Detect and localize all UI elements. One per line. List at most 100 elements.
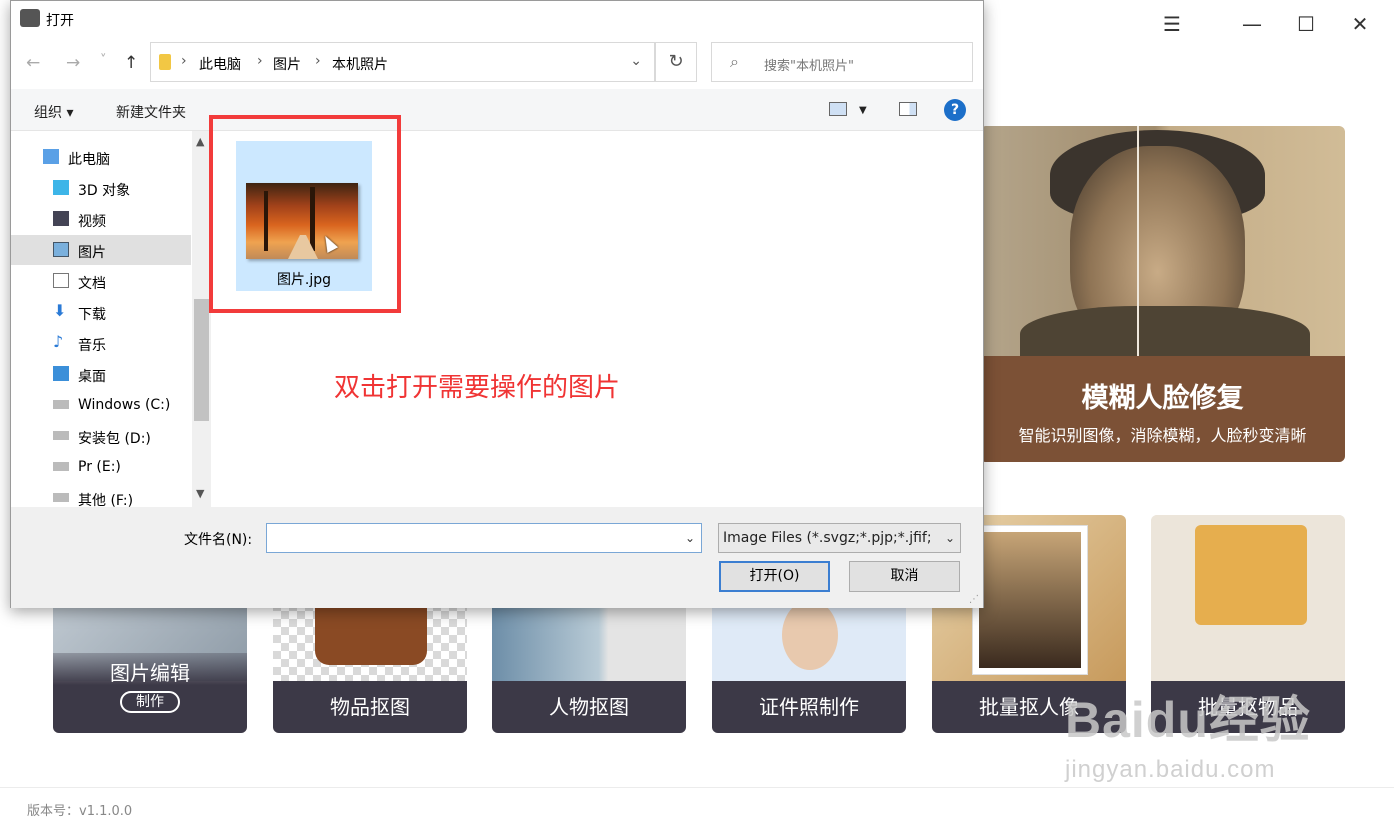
scroll-down-icon[interactable]: ▼ bbox=[196, 487, 204, 500]
scrollbar-thumb[interactable] bbox=[194, 299, 209, 421]
tool-card-label: 图片编辑 bbox=[110, 661, 190, 685]
watermark-sub: jingyan.baidu.com bbox=[1065, 756, 1276, 783]
highlight-box bbox=[209, 115, 401, 313]
hero-title: 模糊人脸修复 bbox=[1081, 383, 1244, 414]
drive-icon bbox=[53, 462, 69, 471]
tshirt-stack bbox=[1195, 525, 1307, 625]
refresh-icon[interactable]: ↻ bbox=[655, 42, 697, 82]
object-pot-shape bbox=[315, 605, 427, 665]
dialog-titlebar[interactable]: 打开 bbox=[11, 1, 983, 37]
face-restore-feature-card[interactable]: 模糊人脸修复 智能识别图像，消除模糊，人脸秒变清晰 bbox=[980, 126, 1345, 462]
dialog-title: 打开 bbox=[46, 13, 74, 29]
filename-input[interactable] bbox=[267, 524, 667, 552]
pictures-icon bbox=[53, 242, 69, 257]
view-mode-dropdown-icon[interactable]: ▼ bbox=[859, 105, 867, 116]
new-folder-button[interactable]: 新建文件夹 bbox=[116, 102, 186, 122]
dialog-footer: 文件名(N): ⌄ Image Files (*.svgz;*.pjp;*.jf… bbox=[11, 507, 983, 608]
portrait-photo bbox=[979, 532, 1081, 668]
tree-item-drive-c[interactable]: Windows (C:) bbox=[11, 390, 191, 420]
filetype-select[interactable]: Image Files (*.svgz;*.pjp;*.jfif; ⌄ bbox=[718, 523, 961, 553]
cube-icon bbox=[53, 180, 69, 195]
hero-subtitle: 智能识别图像，消除模糊，人脸秒变清晰 bbox=[1018, 426, 1307, 445]
organize-button[interactable]: 组织 ▾ bbox=[34, 102, 73, 122]
navigation-pane: 此电脑 3D 对象 视频 图片 文档 ⬇ 下载 ♪ 音乐 桌面 Windows … bbox=[11, 131, 211, 507]
computer-icon bbox=[43, 149, 59, 164]
tree-item-label: 音乐 bbox=[78, 338, 106, 354]
tree-item-label: 下载 bbox=[78, 307, 106, 323]
portrait-stack bbox=[972, 525, 1088, 675]
version-label: 版本号：v1.1.0.0 bbox=[27, 804, 133, 819]
tree-item-documents[interactable]: 文档 bbox=[11, 266, 191, 296]
before-after-divider bbox=[1137, 126, 1139, 356]
instruction-annotation: 双击打开需要操作的图片 bbox=[334, 373, 621, 403]
search-box[interactable]: ⌕ 搜索"本机照片" bbox=[711, 42, 973, 82]
watermark-main: Baidu经验 bbox=[1065, 692, 1311, 748]
tool-card-label: 物品抠图 bbox=[273, 681, 467, 733]
tool-card-image bbox=[1151, 515, 1345, 681]
tree-item-videos[interactable]: 视频 bbox=[11, 204, 191, 234]
tree-item-label: 3D 对象 bbox=[78, 183, 131, 199]
filename-combobox[interactable]: ⌄ bbox=[266, 523, 702, 553]
maximize-icon[interactable]: ☐ bbox=[1288, 12, 1324, 36]
tree-item-label: 图片 bbox=[78, 245, 106, 261]
filetype-value: Image Files (*.svgz;*.pjp;*.jfif; bbox=[723, 530, 932, 546]
open-file-dialog: 打开 ← → ˅ ↑ › 此电脑 › 图片 › 本机照片 ⌄ ↻ ⌕ 搜索"本机… bbox=[10, 0, 984, 608]
document-icon bbox=[53, 273, 69, 288]
desktop-icon bbox=[53, 366, 69, 381]
chevron-down-icon[interactable]: ⌄ bbox=[685, 531, 695, 545]
close-icon[interactable]: ✕ bbox=[1342, 12, 1378, 36]
tree-item-this-pc[interactable]: 此电脑 bbox=[11, 142, 191, 172]
search-icon: ⌕ bbox=[730, 52, 739, 71]
back-icon[interactable]: ← bbox=[26, 53, 40, 73]
tree-item-label: 文档 bbox=[78, 276, 106, 292]
chevron-down-icon[interactable]: ⌄ bbox=[945, 531, 955, 545]
tree-item-downloads[interactable]: ⬇ 下载 bbox=[11, 297, 191, 327]
forward-icon[interactable]: → bbox=[66, 53, 80, 73]
tree-item-desktop[interactable]: 桌面 bbox=[11, 359, 191, 389]
help-icon[interactable]: ? bbox=[944, 99, 966, 121]
cancel-button[interactable]: 取消 bbox=[849, 561, 960, 592]
drive-icon bbox=[53, 431, 69, 440]
filename-label: 文件名(N): bbox=[184, 532, 253, 548]
video-icon bbox=[53, 211, 69, 226]
tree-item-drive-e[interactable]: Pr (E:) bbox=[11, 452, 191, 482]
minimize-icon[interactable]: — bbox=[1234, 12, 1270, 36]
drive-icon bbox=[53, 400, 69, 409]
footer-divider bbox=[0, 787, 1394, 788]
make-button[interactable]: 制作 bbox=[120, 691, 180, 713]
resize-grip-icon[interactable]: ⋰ bbox=[969, 594, 979, 605]
baidu-watermark: Baidu经验 jingyan.baidu.com bbox=[1065, 680, 1311, 784]
chevron-right-icon[interactable]: › bbox=[181, 53, 187, 69]
id-photo-face bbox=[782, 600, 838, 670]
chevron-right-icon[interactable]: › bbox=[257, 53, 263, 69]
preview-pane-icon[interactable] bbox=[899, 102, 917, 116]
tree-item-drive-f[interactable]: 其他 (F:) bbox=[11, 483, 191, 507]
tree-item-drive-d[interactable]: 安装包 (D:) bbox=[11, 421, 191, 451]
menu-icon[interactable]: ☰ bbox=[1154, 12, 1190, 36]
chevron-right-icon[interactable]: › bbox=[315, 53, 321, 69]
tree-item-music[interactable]: ♪ 音乐 bbox=[11, 328, 191, 358]
dialog-navbar: ← → ˅ ↑ › 此电脑 › 图片 › 本机照片 ⌄ ↻ ⌕ 搜索"本机照片" bbox=[11, 37, 983, 89]
open-button[interactable]: 打开(O) bbox=[719, 561, 830, 592]
view-mode-icon[interactable] bbox=[829, 102, 847, 116]
tree-item-label: Windows (C:) bbox=[78, 397, 171, 413]
tree-item-pictures[interactable]: 图片 bbox=[11, 235, 191, 265]
tree-item-label: 其他 (F:) bbox=[78, 493, 134, 507]
search-placeholder: 搜索"本机照片" bbox=[764, 59, 854, 74]
scroll-up-icon[interactable]: ▲ bbox=[196, 135, 204, 148]
breadcrumb-item[interactable]: 本机照片 bbox=[332, 54, 388, 74]
up-icon[interactable]: ↑ bbox=[124, 53, 138, 73]
tree-item-label: 桌面 bbox=[78, 369, 106, 385]
tool-card-label: 人物抠图 bbox=[492, 681, 686, 733]
command-bar: 组织 ▾ 新建文件夹 ▼ ? bbox=[11, 89, 983, 131]
breadcrumb-item[interactable]: 此电脑 bbox=[199, 54, 241, 74]
tree-item-label: 安装包 (D:) bbox=[78, 431, 151, 447]
tree-item-label: 此电脑 bbox=[68, 152, 110, 168]
chevron-down-icon[interactable]: ⌄ bbox=[630, 53, 642, 69]
tree-item-label: 视频 bbox=[78, 214, 106, 230]
breadcrumb-item[interactable]: 图片 bbox=[273, 54, 301, 74]
recent-locations-icon[interactable]: ˅ bbox=[100, 53, 107, 68]
tree-item-3d-objects[interactable]: 3D 对象 bbox=[11, 173, 191, 203]
address-bar[interactable]: › 此电脑 › 图片 › 本机照片 ⌄ bbox=[150, 42, 655, 82]
tool-card-label: 证件照制作 bbox=[712, 681, 906, 733]
